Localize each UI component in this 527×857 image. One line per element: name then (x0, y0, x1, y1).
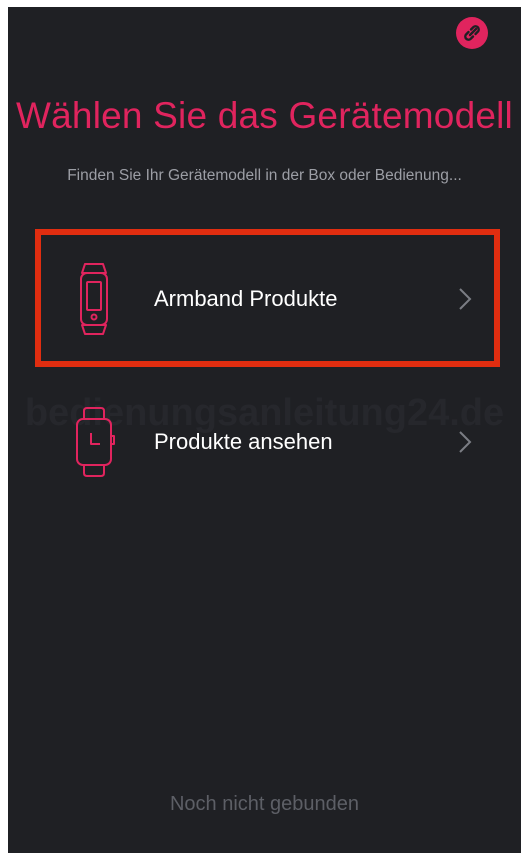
page-subtitle: Finden Sie Ihr Gerätemodell in der Box o… (67, 167, 462, 184)
page-title: Wählen Sie das Gerätemodell (16, 95, 513, 136)
smartwatch-icon (76, 407, 115, 477)
option-armband-products[interactable]: Armband Produkte (8, 244, 521, 354)
chevron-right-icon (459, 431, 472, 453)
option-label-armband: Armband Produkte (154, 286, 338, 311)
fitness-band-icon (80, 263, 108, 335)
link-icon (456, 17, 488, 49)
binding-status: Noch nicht gebunden (169, 793, 360, 815)
option-label-watch: Produkte ansehen (154, 429, 333, 454)
app-screen: Wählen Sie das Gerätemodell Finden Sie I… (8, 7, 521, 853)
chevron-right-icon (459, 288, 472, 310)
option-view-products[interactable]: Produkte ansehen (8, 387, 521, 497)
link-button[interactable] (454, 15, 490, 51)
